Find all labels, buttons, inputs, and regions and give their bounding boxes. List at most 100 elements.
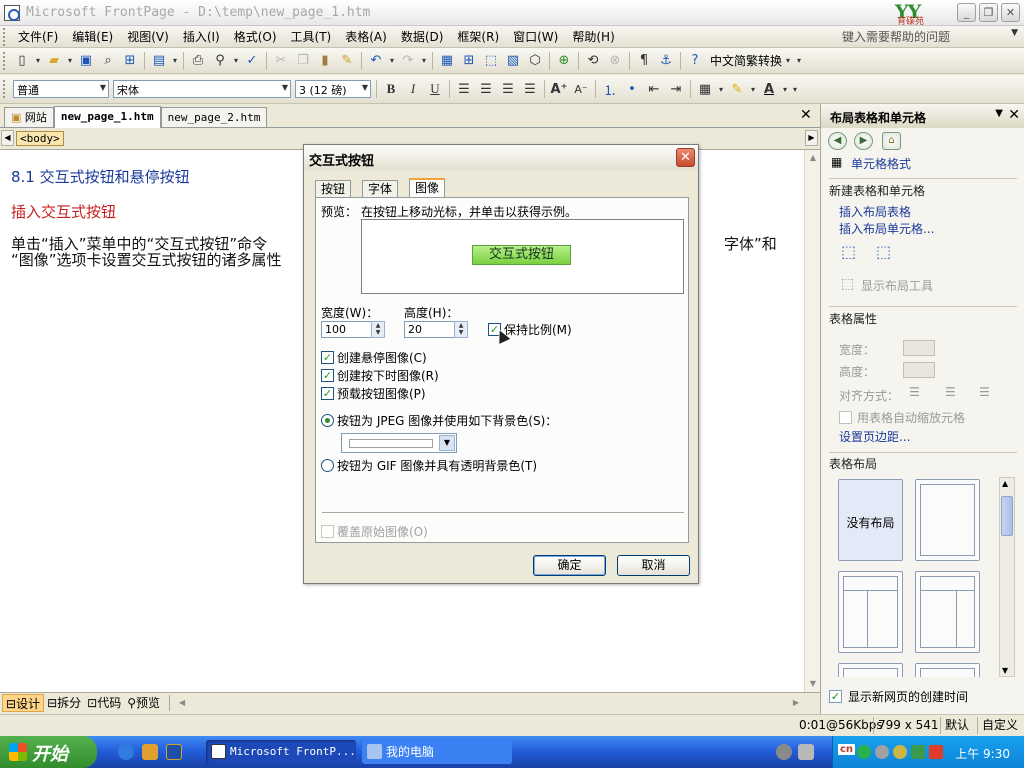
- tray-shield-icon[interactable]: [911, 745, 925, 759]
- size-combo[interactable]: 3 (12 磅) ▼: [295, 80, 371, 98]
- new-page-icon[interactable]: ▯: [12, 51, 32, 71]
- layout-scroll-up-icon[interactable]: ▲: [1002, 479, 1008, 488]
- tray-green-icon[interactable]: [857, 745, 871, 759]
- create-hover-checkbox[interactable]: ✓: [321, 351, 334, 364]
- draw-cell-icon[interactable]: ⬚: [876, 242, 891, 261]
- web-component-icon[interactable]: ▤: [149, 51, 169, 71]
- code-view-button[interactable]: ⊡代码: [84, 694, 124, 712]
- save-icon[interactable]: ▣: [76, 51, 96, 71]
- media-icon[interactable]: [166, 744, 182, 760]
- menu-item[interactable]: 视图(V): [120, 26, 176, 48]
- heading-8-1[interactable]: 8.1 交互式按钮和悬停按钮: [11, 166, 190, 187]
- background-color-combo[interactable]: ▼: [341, 433, 457, 453]
- help-search-box[interactable]: 键入需要帮助的问题 ▼: [842, 28, 1020, 45]
- tray-pen-icon[interactable]: [798, 744, 814, 760]
- document-scrollbar[interactable]: ▲ ▼: [804, 150, 820, 692]
- tab-website[interactable]: ▣ 网站: [4, 107, 54, 127]
- taskbar-item-frontpage[interactable]: Microsoft FrontP...: [206, 740, 356, 764]
- dialog-close-button[interactable]: ✕: [676, 148, 695, 167]
- stop-icon[interactable]: ⊗: [605, 51, 625, 71]
- font-combo[interactable]: 宋体 ▼: [113, 80, 291, 98]
- menu-item[interactable]: 工具(T): [284, 26, 339, 48]
- insert-layout-cell-link[interactable]: 插入布局单元格...: [839, 220, 934, 237]
- redo-icon[interactable]: ↷: [398, 51, 418, 71]
- menu-item[interactable]: 表格(A): [338, 26, 394, 48]
- quicktag-right-icon[interactable]: ▶: [805, 130, 818, 146]
- menu-item[interactable]: 格式(O): [227, 26, 284, 48]
- insert-picture-icon[interactable]: ▧: [503, 51, 523, 71]
- style-dropdown-icon[interactable]: ▼: [100, 83, 106, 92]
- create-press-checkbox[interactable]: ✓: [321, 369, 334, 382]
- layout-scroll-down-icon[interactable]: ▼: [1002, 666, 1008, 675]
- layout-none[interactable]: 没有布局: [838, 479, 903, 561]
- layout-header-2[interactable]: [915, 663, 980, 677]
- numbering-icon[interactable]: ⒈: [600, 79, 620, 99]
- restore-button[interactable]: ❐: [979, 3, 998, 22]
- spelling-icon[interactable]: ✓: [242, 51, 262, 71]
- preview-area[interactable]: 交互式按钮: [361, 219, 684, 294]
- tray-network-icon[interactable]: [776, 744, 792, 760]
- size-dropdown-icon[interactable]: ▼: [362, 83, 368, 92]
- bullets-icon[interactable]: •: [622, 79, 642, 99]
- gif-radio[interactable]: [321, 459, 334, 472]
- tab-font[interactable]: 字体: [362, 180, 399, 197]
- set-margins-link[interactable]: 设置页边距...: [839, 428, 910, 445]
- layout-sidebar[interactable]: [915, 571, 980, 653]
- quicklaunch-icon[interactable]: [142, 744, 158, 760]
- dialog-title-bar[interactable]: 交互式按钮: [304, 145, 698, 170]
- borders-icon[interactable]: ▦: [695, 79, 715, 99]
- bookmark-icon[interactable]: ⚓: [656, 51, 676, 71]
- start-button[interactable]: 开始: [0, 736, 97, 768]
- ie-icon[interactable]: [118, 744, 134, 760]
- body-tag[interactable]: <body>: [16, 131, 64, 146]
- close-document-icon[interactable]: ✕: [800, 107, 812, 123]
- width-spinner[interactable]: ▲ ▼: [371, 321, 385, 338]
- taskbar-item-my-computer[interactable]: 我的电脑: [362, 740, 512, 764]
- custom-mode[interactable]: 自定义: [977, 717, 1018, 734]
- color-dropdown-icon[interactable]: ▼: [439, 435, 455, 451]
- minimize-button[interactable]: _: [957, 3, 976, 22]
- menu-item[interactable]: 插入(I): [176, 26, 227, 48]
- drawing-icon[interactable]: ⬡: [525, 51, 545, 71]
- font-dropdown-icon[interactable]: ▼: [282, 83, 288, 92]
- preview-interactive-button[interactable]: 交互式按钮: [472, 245, 571, 265]
- publish-icon[interactable]: ⊞: [120, 51, 140, 71]
- decrease-indent-icon[interactable]: ⇤: [644, 79, 664, 99]
- close-window-button[interactable]: ✕: [1001, 3, 1020, 22]
- height-input[interactable]: 20: [404, 321, 456, 338]
- bold-button[interactable]: B: [381, 79, 401, 99]
- jpeg-radio[interactable]: [321, 414, 334, 427]
- menu-grip[interactable]: [3, 27, 7, 46]
- underline-button[interactable]: U: [425, 79, 445, 99]
- justify-icon[interactable]: ☰: [520, 79, 540, 99]
- tray-tools-icon[interactable]: [893, 745, 907, 759]
- scroll-down-icon[interactable]: ▼: [806, 677, 820, 691]
- paste-icon[interactable]: ▮: [315, 51, 335, 71]
- task-pane-menu-icon[interactable]: ▼: [995, 108, 1003, 119]
- forward-icon[interactable]: ▶: [854, 132, 873, 150]
- insert-layout-table-link[interactable]: 插入布局表格: [839, 203, 911, 220]
- split-view-button[interactable]: ⊟拆分: [44, 694, 84, 712]
- page-size[interactable]: 799 x 541: [873, 717, 939, 734]
- highlight-icon[interactable]: ✎: [727, 79, 747, 99]
- align-right-icon[interactable]: ☰: [498, 79, 518, 99]
- hyperlink-icon[interactable]: ⊕: [554, 51, 574, 71]
- tab-new-page-2[interactable]: new_page_2.htm: [160, 107, 268, 127]
- task-pane-close-icon[interactable]: ✕: [1008, 107, 1020, 123]
- menu-item[interactable]: 帮助(H): [565, 26, 621, 48]
- help-icon[interactable]: ?: [685, 51, 705, 71]
- ime-indicator[interactable]: cn: [838, 744, 856, 755]
- default-mode[interactable]: 默认: [940, 717, 969, 734]
- insert-layer-icon[interactable]: ▦: [437, 51, 457, 71]
- menu-item[interactable]: 窗口(W): [506, 26, 565, 48]
- tray-red-icon[interactable]: [929, 745, 943, 759]
- layout-columns[interactable]: [838, 571, 903, 653]
- convert-dropdown-icon[interactable]: ▾: [783, 51, 793, 71]
- draw-table-icon[interactable]: ⬚: [841, 242, 856, 261]
- print-icon[interactable]: ⎙: [188, 51, 208, 71]
- width-input[interactable]: 100: [321, 321, 373, 338]
- menu-item[interactable]: 文件(F): [11, 26, 65, 48]
- increase-indent-icon[interactable]: ⇥: [666, 79, 686, 99]
- preload-checkbox[interactable]: ✓: [321, 387, 334, 400]
- heading-insert-button[interactable]: 插入交互式按钮: [11, 201, 116, 222]
